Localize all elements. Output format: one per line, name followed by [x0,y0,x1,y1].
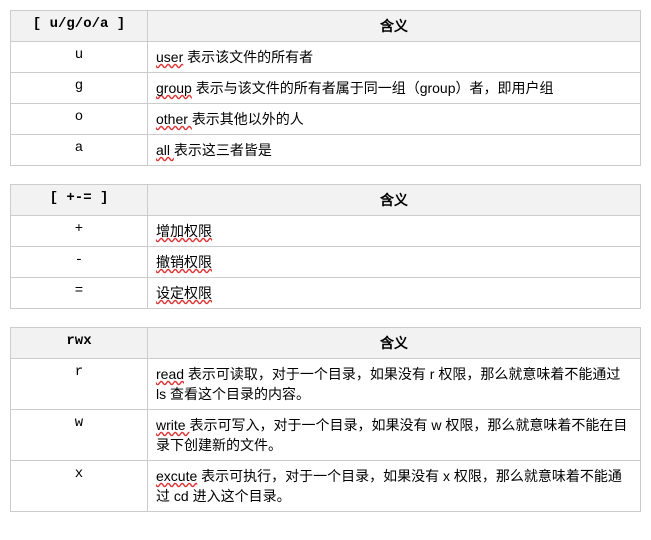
meaning-cell: user 表示该文件的所有者 [148,42,641,73]
key-cell: - [11,247,148,278]
meaning-cell: 设定权限 [148,278,641,309]
meaning-cell: read 表示可读取，对于一个目录，如果没有 r 权限，那么就意味着不能通过 l… [148,359,641,410]
header-meaning: 含义 [148,328,641,359]
meaning-cell: group 表示与该文件的所有者属于同一组（group）者，即用户组 [148,73,641,104]
header-key: [ u/g/o/a ] [11,11,148,42]
table-row: o other 表示其他以外的人 [11,104,641,135]
key-cell: w [11,410,148,461]
table-row: [ +-= ] 含义 [11,185,641,216]
table-row: [ u/g/o/a ] 含义 [11,11,641,42]
table-row: x excute 表示可执行，对于一个目录，如果没有 x 权限，那么就意味着不能… [11,461,641,512]
table-row: r read 表示可读取，对于一个目录，如果没有 r 权限，那么就意味着不能通过… [11,359,641,410]
table-row: = 设定权限 [11,278,641,309]
table-row: w write 表示可写入，对于一个目录，如果没有 w 权限，那么就意味着不能在… [11,410,641,461]
meaning-cell: all 表示这三者皆是 [148,135,641,166]
meaning-cell: excute 表示可执行，对于一个目录，如果没有 x 权限，那么就意味着不能通过… [148,461,641,512]
key-cell: o [11,104,148,135]
table-rwx: rwx 含义 r read 表示可读取，对于一个目录，如果没有 r 权限，那么就… [10,327,641,512]
header-key: [ +-= ] [11,185,148,216]
key-cell: x [11,461,148,512]
meaning-cell: 撤销权限 [148,247,641,278]
key-cell: a [11,135,148,166]
header-meaning: 含义 [148,11,641,42]
key-cell: g [11,73,148,104]
key-cell: u [11,42,148,73]
table-row: u user 表示该文件的所有者 [11,42,641,73]
table-row: a all 表示这三者皆是 [11,135,641,166]
key-cell: + [11,216,148,247]
meaning-cell: write 表示可写入，对于一个目录，如果没有 w 权限，那么就意味着不能在目录… [148,410,641,461]
meaning-cell: 增加权限 [148,216,641,247]
table-operators: [ +-= ] 含义 + 增加权限 - 撤销权限 = 设定权限 [10,184,641,309]
key-cell: r [11,359,148,410]
header-meaning: 含义 [148,185,641,216]
header-key: rwx [11,328,148,359]
table-ugoa: [ u/g/o/a ] 含义 u user 表示该文件的所有者 g group … [10,10,641,166]
table-row: + 增加权限 [11,216,641,247]
meaning-cell: other 表示其他以外的人 [148,104,641,135]
table-row: - 撤销权限 [11,247,641,278]
table-row: rwx 含义 [11,328,641,359]
table-row: g group 表示与该文件的所有者属于同一组（group）者，即用户组 [11,73,641,104]
key-cell: = [11,278,148,309]
